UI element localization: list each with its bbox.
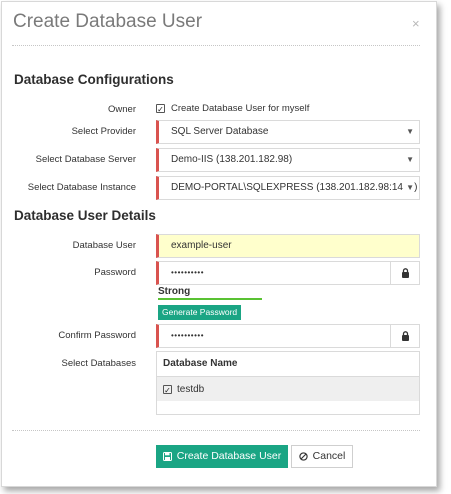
instance-select-value: DEMO-PORTAL\SQLEXPRESS (138.201.182.98:1… xyxy=(171,182,418,193)
create-database-user-button[interactable]: Create Database User xyxy=(156,445,288,468)
provider-label: Select Provider xyxy=(71,126,136,137)
database-row-checkbox[interactable]: ✓ xyxy=(163,384,172,395)
confirm-password-value: •••••••••• xyxy=(171,331,205,340)
password-strength-text: Strong xyxy=(158,286,191,297)
section-heading-user-details: Database User Details xyxy=(14,208,156,223)
select-databases-label: Select Databases xyxy=(61,358,136,369)
databases-table-header: Database Name xyxy=(157,352,419,377)
provider-select-value: SQL Server Database xyxy=(171,126,269,137)
instance-label: Select Database Instance xyxy=(27,182,136,193)
provider-select[interactable]: SQL Server Database ▼ xyxy=(156,120,420,144)
close-icon[interactable]: × xyxy=(412,16,420,31)
server-select[interactable]: Demo-IIS (138.201.182.98) ▼ xyxy=(156,148,420,172)
generate-password-button[interactable]: Generate Password xyxy=(158,305,242,320)
password-label: Password xyxy=(94,267,136,278)
caret-down-icon: ▼ xyxy=(403,177,414,199)
footer-divider xyxy=(12,430,420,431)
owner-label: Owner xyxy=(108,104,136,115)
create-button-label: Create Database User xyxy=(176,450,282,462)
caret-down-icon: ▼ xyxy=(406,127,414,136)
cancel-button-label: Cancel xyxy=(312,450,346,462)
caret-down-icon: ▼ xyxy=(406,155,414,164)
instance-select[interactable]: DEMO-PORTAL\SQLEXPRESS (138.201.182.98:1… xyxy=(156,176,420,200)
header-divider xyxy=(12,45,420,46)
ban-icon xyxy=(298,452,308,461)
database-user-input[interactable]: example-user xyxy=(156,234,420,258)
password-input[interactable]: •••••••••• xyxy=(156,261,420,285)
lock-icon[interactable] xyxy=(390,325,419,347)
owner-checkbox-label: Create Database User for myself xyxy=(171,103,310,114)
table-row[interactable]: ✓ testdb xyxy=(157,377,419,401)
password-strength-track xyxy=(158,298,262,300)
database-user-label: Database User xyxy=(72,240,136,251)
owner-checkbox-row[interactable]: ✓ Create Database User for myself xyxy=(156,103,309,114)
save-icon xyxy=(162,452,172,461)
confirm-password-label: Confirm Password xyxy=(58,330,136,341)
server-label: Select Database Server xyxy=(35,154,136,165)
create-database-user-dialog: Create Database User × Database Configur… xyxy=(1,1,437,487)
databases-table: Database Name ✓ testdb xyxy=(156,351,420,415)
lock-icon[interactable] xyxy=(390,262,419,284)
cancel-button[interactable]: Cancel xyxy=(291,445,353,468)
dialog-title: Create Database User xyxy=(13,11,203,32)
owner-checkbox[interactable]: ✓ xyxy=(156,104,165,114)
database-name: testdb xyxy=(177,383,205,395)
confirm-password-input[interactable]: •••••••••• xyxy=(156,324,420,348)
password-value: •••••••••• xyxy=(171,268,205,277)
section-heading-configurations: Database Configurations xyxy=(14,72,174,87)
server-select-value: Demo-IIS (138.201.182.98) xyxy=(171,154,293,165)
password-strength-bar xyxy=(158,298,262,300)
